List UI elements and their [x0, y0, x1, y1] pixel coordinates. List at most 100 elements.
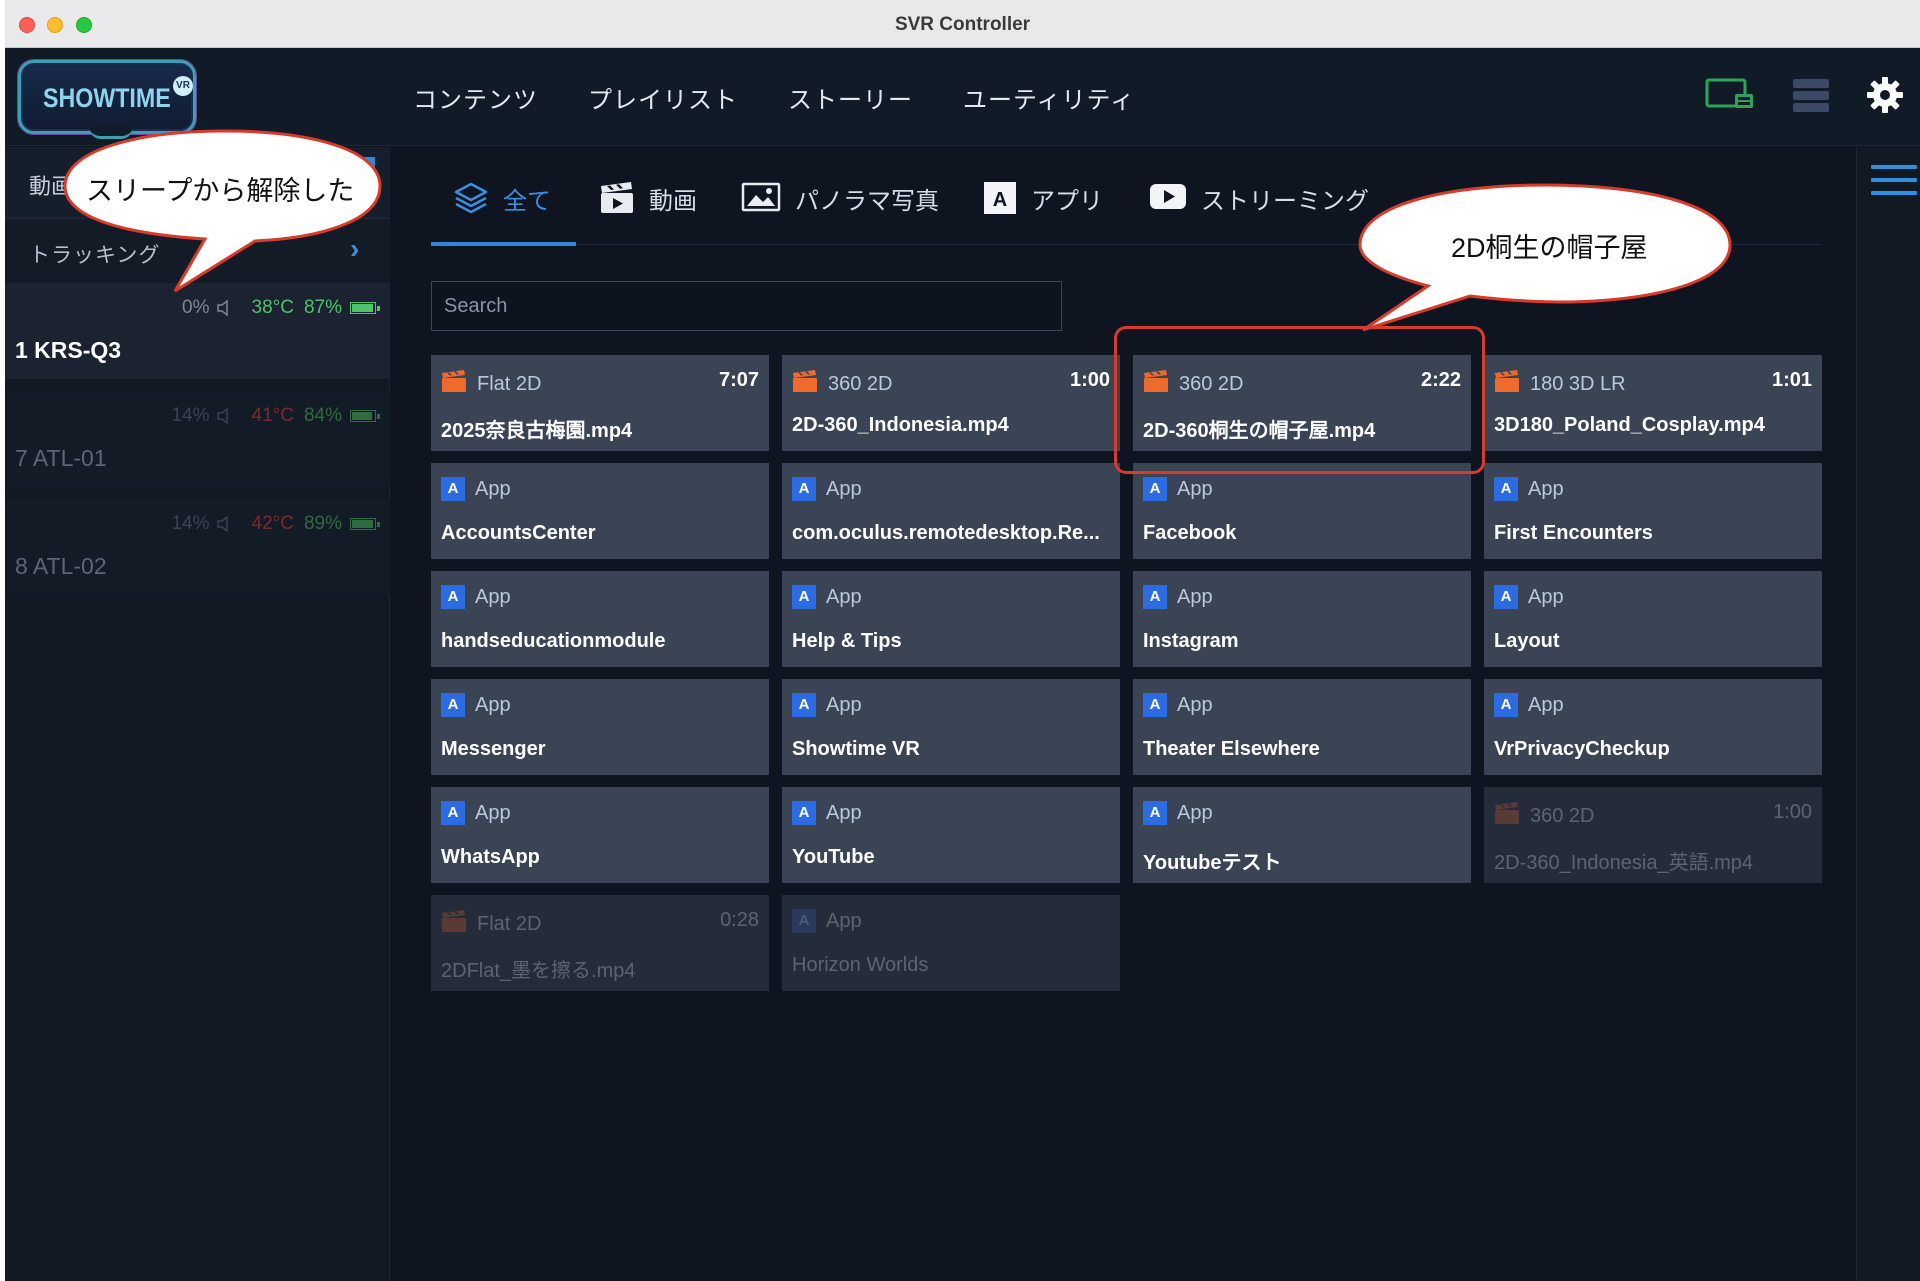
- app-tile[interactable]: A App Messenger: [431, 679, 769, 775]
- device-stats: 14% 41°C 84%: [171, 405, 380, 427]
- tile-name: Messenger: [441, 738, 546, 760]
- app-tile[interactable]: A App AccountsCenter: [431, 463, 769, 559]
- tile-type-label: App: [826, 477, 862, 500]
- tile-type: A App: [1143, 477, 1213, 501]
- app-icon: A: [441, 477, 465, 501]
- tile-name: First Encounters: [1494, 522, 1653, 544]
- search-input[interactable]: [431, 281, 1062, 331]
- app-tile[interactable]: A App YouTube: [782, 787, 1120, 883]
- screen-devices-icon[interactable]: [1705, 78, 1757, 117]
- app-icon: A: [792, 585, 816, 609]
- server-list-icon[interactable]: [1791, 78, 1831, 119]
- tile-duration: 1:00: [1773, 801, 1812, 823]
- video-tile[interactable]: Flat 2D 7:07 2025奈良古梅園.mp4: [431, 355, 769, 451]
- device-row[interactable]: 14% 41°C 84% 7 ATL-01: [5, 391, 390, 487]
- image-icon: [741, 181, 781, 220]
- tile-type-label: App: [826, 801, 862, 824]
- app-tile[interactable]: A App First Encounters: [1484, 463, 1822, 559]
- app-tile[interactable]: A App Horizon Worlds: [782, 895, 1120, 991]
- tile-name: AccountsCenter: [441, 522, 596, 544]
- video-tile[interactable]: 360 2D 1:00 2D-360_Indonesia_英語.mp4: [1484, 787, 1822, 883]
- tile-name: 2025奈良古梅園.mp4: [441, 420, 633, 442]
- tile-type: A App: [792, 477, 862, 501]
- tab-apps[interactable]: A アプリ: [983, 175, 1103, 245]
- clapperboard-icon: [599, 181, 635, 222]
- gear-icon[interactable]: [1866, 76, 1904, 119]
- tile-type: A App: [441, 477, 511, 501]
- battery-icon: [350, 302, 380, 314]
- tab-streaming-label: ストリーミング: [1201, 188, 1369, 215]
- app-icon: A: [792, 477, 816, 501]
- app-icon: A: [983, 181, 1017, 222]
- tile-duration: 1:00: [1069, 369, 1110, 391]
- device-sidebar: 動画 トラッキング › 0% 38°C 87% 1 KRS-Q3 14% 41°C 84% 7…: [5, 147, 390, 1281]
- nav-contents[interactable]: コンテンツ: [413, 80, 538, 115]
- tile-duration: 0:28: [720, 909, 759, 931]
- tile-name: Horizon Worlds: [792, 954, 929, 976]
- highlight-box: [1114, 326, 1485, 474]
- svg-text:A: A: [993, 189, 1007, 211]
- showtime-logo[interactable]: SHOWTIME VR: [18, 60, 196, 139]
- video-tile[interactable]: Flat 2D 0:28 2DFlat_墨を擦る.mp4: [431, 895, 769, 991]
- app-icon: A: [441, 585, 465, 609]
- tile-type-label: App: [1528, 477, 1564, 500]
- tile-type: A App: [792, 693, 862, 717]
- tile-name: 2D-360_Indonesia.mp4: [792, 414, 1009, 436]
- main-nav: コンテンツ プレイリスト ストーリー ユーティリティ: [413, 80, 1185, 115]
- tab-video[interactable]: 動画: [599, 175, 697, 245]
- app-tile[interactable]: A App Layout: [1484, 571, 1822, 667]
- tab-video-label: 動画: [649, 188, 697, 215]
- app-icon: A: [1494, 585, 1518, 609]
- app-icon: A: [792, 693, 816, 717]
- nav-story[interactable]: ストーリー: [788, 80, 913, 115]
- app-tile[interactable]: A App VrPrivacyCheckup: [1484, 679, 1822, 775]
- app-tile[interactable]: A App Instagram: [1133, 571, 1471, 667]
- battery-icon: [350, 410, 380, 422]
- tile-name: Facebook: [1143, 522, 1237, 544]
- app-tile[interactable]: A App Help & Tips: [782, 571, 1120, 667]
- app-tile[interactable]: A App Youtubeテスト: [1133, 787, 1471, 883]
- device-row[interactable]: 14% 42°C 89% 8 ATL-02: [5, 499, 390, 595]
- app-tile[interactable]: A App Showtime VR: [782, 679, 1120, 775]
- hamburger-menu-icon[interactable]: [1871, 165, 1917, 204]
- tile-name: 2DFlat_墨を擦る.mp4: [441, 960, 636, 982]
- app-tile[interactable]: A App com.oculus.remotedesktop.Re...: [782, 463, 1120, 559]
- nav-playlist[interactable]: プレイリスト: [588, 80, 738, 115]
- tile-type-label: App: [826, 585, 862, 608]
- tile-type-label: App: [1177, 585, 1213, 608]
- tile-name: Showtime VR: [792, 738, 920, 760]
- video-tile[interactable]: 180 3D LR 1:01 3D180_Poland_Cosplay.mp4: [1484, 355, 1822, 451]
- tile-type: A App: [1494, 693, 1564, 717]
- tile-type: Flat 2D: [441, 369, 541, 399]
- tile-type-label: 360 2D: [1530, 804, 1595, 827]
- tile-name: 3D180_Poland_Cosplay.mp4: [1494, 414, 1765, 436]
- tab-panorama[interactable]: パノラマ写真: [741, 175, 939, 245]
- tab-streaming[interactable]: ストリーミング: [1149, 175, 1369, 245]
- tile-type: A App: [441, 585, 511, 609]
- app-tile[interactable]: A App Theater Elsewhere: [1133, 679, 1471, 775]
- tile-type: A App: [1494, 585, 1564, 609]
- speaker-icon: [216, 407, 234, 425]
- device-volume: 14%: [171, 405, 210, 426]
- app-tile[interactable]: A App Facebook: [1133, 463, 1471, 559]
- tile-type-label: App: [826, 693, 862, 716]
- tile-name: VrPrivacyCheckup: [1494, 738, 1670, 760]
- device-battery: 84%: [303, 405, 342, 426]
- app-tile[interactable]: A App handseducationmodule: [431, 571, 769, 667]
- app-icon: A: [441, 693, 465, 717]
- video-tile[interactable]: 360 2D 1:00 2D-360_Indonesia.mp4: [782, 355, 1120, 451]
- clapperboard-icon: [1494, 801, 1520, 831]
- tile-name: Theater Elsewhere: [1143, 738, 1320, 760]
- device-battery: 89%: [303, 513, 342, 534]
- device-name: 1 KRS-Q3: [15, 337, 122, 363]
- tab-all[interactable]: 全て: [453, 175, 551, 245]
- device-volume: 14%: [171, 513, 210, 534]
- app-tile[interactable]: A App WhatsApp: [431, 787, 769, 883]
- app-icon: A: [441, 801, 465, 825]
- tab-panorama-label: パノラマ写真: [795, 188, 939, 215]
- tile-type: A App: [1143, 693, 1213, 717]
- app-icon: A: [1143, 477, 1167, 501]
- tile-type-label: Flat 2D: [477, 912, 542, 935]
- nav-utility[interactable]: ユーティリティ: [963, 80, 1135, 115]
- app-icon: A: [1494, 693, 1518, 717]
